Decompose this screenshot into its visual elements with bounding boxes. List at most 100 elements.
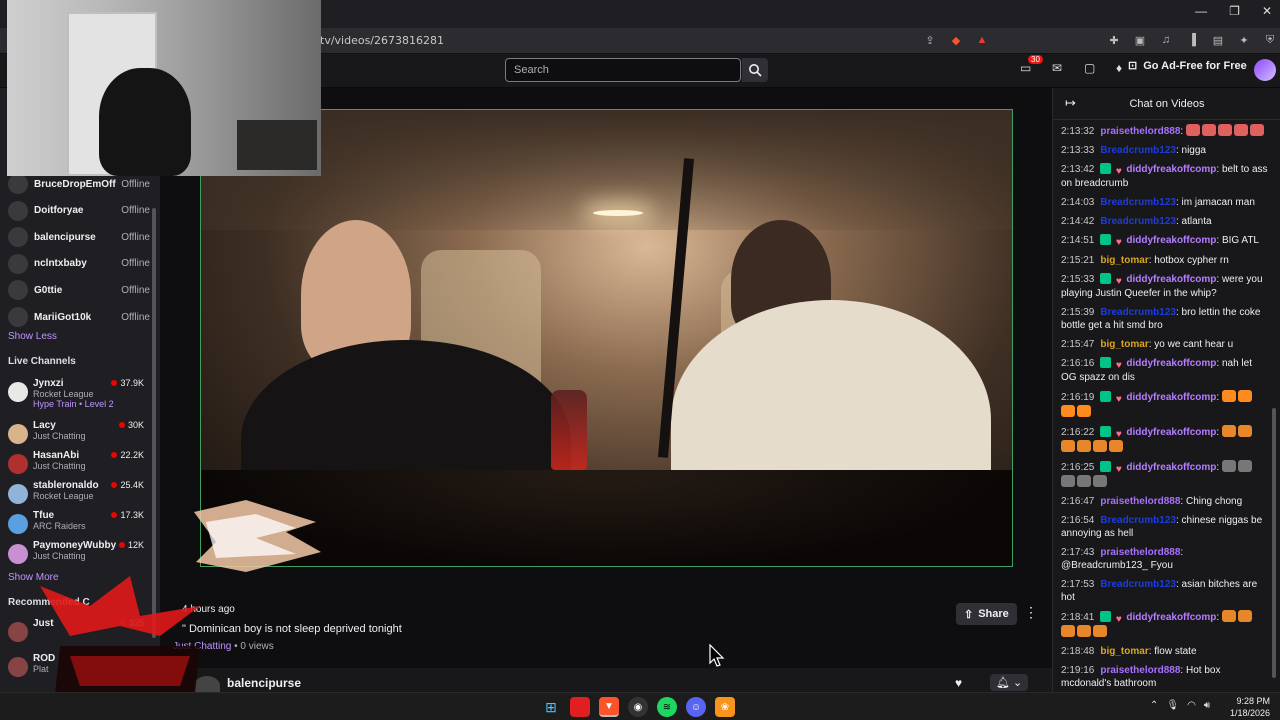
message-timestamp: 2:15:39: [1061, 307, 1095, 318]
app-icon[interactable]: [570, 697, 590, 717]
volume-icon[interactable]: 🔊︎: [1204, 700, 1210, 711]
close-icon[interactable]: ✕: [1262, 4, 1272, 18]
message-timestamp: 2:16:22: [1061, 427, 1095, 438]
share-page-icon[interactable]: ⇪: [922, 32, 938, 48]
sidebar-scrollbar[interactable]: [152, 208, 156, 638]
brave-shield-icon[interactable]: ◆: [948, 32, 964, 48]
whispers-icon[interactable]: ✉: [1052, 61, 1070, 79]
live-channel[interactable]: Tfue ARC Raiders 17.3K: [8, 510, 144, 540]
more-options-icon[interactable]: ⋮: [1024, 604, 1038, 621]
webcam-overlay: [7, 0, 321, 176]
chat-username[interactable]: big_tomar: [1100, 339, 1148, 350]
chat-username[interactable]: diddyfreakoffcomp: [1126, 235, 1216, 246]
chat-message: 2:16:54 Breadcrumb123: chinese niggas be …: [1061, 514, 1269, 540]
main-content: 4 hours ago " Dominican boy is not sleep…: [160, 88, 1052, 696]
media-icon[interactable]: ♫: [1158, 32, 1174, 48]
microphone-icon[interactable]: 🎙︎: [1166, 700, 1179, 711]
go-adfree-button[interactable]: ⊡ Go Ad-Free for Free: [1128, 59, 1247, 73]
followed-channel[interactable]: Doitforyae Offline: [8, 200, 150, 222]
extension-icon[interactable]: ▣: [1132, 32, 1148, 48]
emote-icon: [1061, 625, 1075, 637]
followed-channel[interactable]: balencipurse Offline: [8, 226, 150, 248]
search-button[interactable]: [742, 58, 768, 82]
tray-overflow-icon[interactable]: ⌃: [1150, 700, 1158, 711]
url-text[interactable]: tv/videos/2673816281: [320, 34, 444, 47]
chat-message: 2:15:39 Breadcrumb123: bro lettin the cok…: [1061, 306, 1269, 332]
chat-username[interactable]: Breadcrumb123: [1100, 307, 1176, 318]
minimize-icon[interactable]: —: [1195, 4, 1207, 18]
obs-icon[interactable]: ◉: [628, 697, 648, 717]
sidebar-icon[interactable]: ▐: [1184, 32, 1200, 48]
spotify-icon[interactable]: ≋: [657, 697, 677, 717]
notification-bell-icon[interactable]: 🔔︎ ⌄: [990, 674, 1029, 691]
show-less-link[interactable]: Show Less: [8, 331, 57, 342]
chat-scrollbar[interactable]: [1272, 408, 1276, 678]
inbox-icon[interactable]: ▭ 30: [1020, 55, 1043, 79]
channel-game: Rocket League: [33, 491, 94, 501]
wallet-icon[interactable]: ▤: [1210, 32, 1226, 48]
chat-username[interactable]: big_tomar: [1100, 646, 1148, 657]
video-coke-bottle: [551, 390, 587, 470]
followed-channel[interactable]: MariiGot10k Offline: [8, 306, 150, 328]
channel-name: Lacy: [33, 420, 56, 431]
heart-badge-icon: ♥: [1115, 429, 1122, 440]
chat-username[interactable]: Breadcrumb123: [1100, 515, 1176, 526]
message-timestamp: 2:16:47: [1061, 496, 1095, 507]
channel-name[interactable]: balencipurse: [227, 676, 301, 690]
chat-username[interactable]: diddyfreakoffcomp: [1126, 392, 1216, 403]
brave-rewards-icon[interactable]: ▲: [974, 32, 990, 48]
followed-channel[interactable]: BruceDropEmOff Offline: [8, 173, 150, 195]
chat-username[interactable]: Breadcrumb123: [1100, 197, 1176, 208]
chat-username[interactable]: diddyfreakoffcomp: [1126, 164, 1216, 175]
chat-username[interactable]: Breadcrumb123: [1100, 145, 1176, 156]
chat-username[interactable]: diddyfreakoffcomp: [1126, 427, 1216, 438]
live-channel[interactable]: stableronaldo Rocket League 25.4K: [8, 480, 144, 510]
chat-username[interactable]: diddyfreakoffcomp: [1126, 612, 1216, 623]
leo-ai-icon[interactable]: ✦: [1236, 32, 1252, 48]
message-timestamp: 2:16:19: [1061, 392, 1095, 403]
chat-username[interactable]: praisethelord888: [1100, 665, 1180, 676]
share-button[interactable]: ⇧ Share: [956, 603, 1017, 625]
chat-bubble-icon[interactable]: ▢: [1084, 61, 1102, 79]
follow-heart-icon[interactable]: ♥: [955, 676, 962, 690]
prime-icon: ⊡: [1128, 60, 1138, 72]
chat-username[interactable]: Breadcrumb123: [1100, 216, 1176, 227]
followed-channel[interactable]: nclntxbaby Offline: [8, 253, 150, 275]
fl-studio-icon[interactable]: ❀: [715, 697, 735, 717]
chat-message: 2:19:16 praisethelord888: Hot box mcdonal…: [1061, 664, 1269, 690]
subscriber-badge-icon: [1100, 163, 1112, 174]
chat-message: 2:18:41 ♥ diddyfreakoffcomp:: [1061, 610, 1269, 639]
search-input[interactable]: Search: [505, 58, 741, 82]
chat-username[interactable]: praisethelord888: [1100, 547, 1180, 558]
chat-username[interactable]: big_tomar: [1100, 255, 1148, 266]
chat-username[interactable]: Breadcrumb123: [1100, 579, 1176, 590]
vpn-icon[interactable]: ⛨: [1262, 32, 1278, 48]
avatar: [8, 227, 28, 248]
emote-icon: [1221, 390, 1236, 402]
live-channel[interactable]: Jynxzi Rocket League 37.9K Hype Train • Lev…: [8, 378, 144, 409]
chat-username[interactable]: praisethelord888: [1100, 126, 1180, 137]
followed-channel[interactable]: G0ttie Offline: [8, 279, 150, 301]
message-text: : im jamacan man: [1175, 197, 1255, 208]
chat-username[interactable]: diddyfreakoffcomp: [1126, 358, 1216, 369]
system-clock[interactable]: 9:28 PM 1/18/2026: [1226, 695, 1270, 719]
channel-status: Offline: [121, 231, 150, 243]
discord-icon[interactable]: ☺: [686, 697, 706, 717]
live-channel[interactable]: PaymoneyWubby Just Chatting 12K: [8, 540, 144, 570]
restore-icon[interactable]: ❐: [1229, 4, 1240, 18]
chat-username[interactable]: praisethelord888: [1100, 496, 1180, 507]
avatar: [8, 544, 28, 564]
start-menu-icon[interactable]: ⊞: [541, 697, 561, 717]
live-channel[interactable]: Lacy Just Chatting 30K: [8, 420, 144, 450]
chat-username[interactable]: diddyfreakoffcomp: [1126, 274, 1216, 285]
message-timestamp: 2:14:42: [1061, 216, 1095, 227]
message-text: : yo we cant hear u: [1148, 339, 1234, 350]
extensions-icon[interactable]: ✚: [1106, 32, 1122, 48]
message-timestamp: 2:17:43: [1061, 547, 1095, 558]
live-channel[interactable]: HasanAbi Just Chatting 22.2K: [8, 450, 144, 480]
brave-browser-icon[interactable]: ▼: [599, 697, 619, 717]
user-avatar[interactable]: [1254, 59, 1276, 81]
chat-username[interactable]: diddyfreakoffcomp: [1126, 462, 1216, 473]
wifi-icon[interactable]: ◠: [1187, 700, 1196, 711]
heart-badge-icon: ♥: [1115, 237, 1122, 248]
